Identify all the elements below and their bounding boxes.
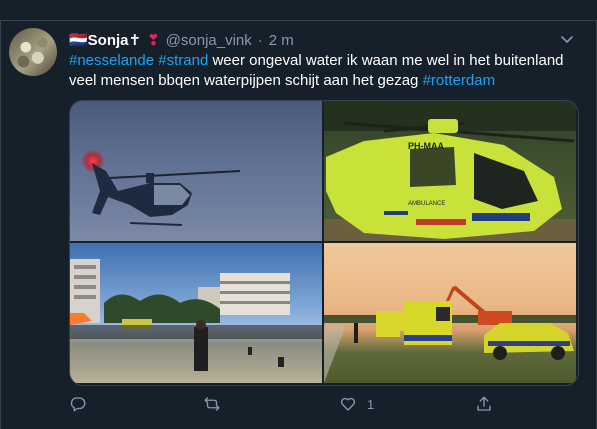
media-grid: PH-MAA AMBULANCE	[69, 100, 579, 386]
photo-beach-crowd[interactable]	[70, 243, 322, 383]
avatar[interactable]	[9, 28, 57, 76]
like-button[interactable]: 1	[339, 392, 374, 416]
heart-icon	[340, 397, 356, 411]
helicopter-dusk-image	[81, 149, 241, 226]
chevron-down-icon[interactable]	[559, 31, 575, 47]
retweet-button[interactable]	[203, 392, 221, 416]
share-icon	[477, 396, 491, 411]
photo-ambulance-helicopter[interactable]: PH-MAA AMBULANCE	[324, 101, 576, 241]
hashtag-link[interactable]: #strand	[158, 52, 208, 69]
tweet-text: #nesselande #strand weer ongeval water i…	[69, 51, 574, 91]
heart-emoji: ❣	[147, 32, 160, 49]
like-count: 1	[367, 396, 375, 412]
user-handle[interactable]: @sonja_vink	[166, 32, 252, 49]
photo-helicopter-dusk[interactable]	[70, 101, 322, 241]
hashtag-link[interactable]: #rotterdam	[423, 72, 496, 89]
hashtag-link[interactable]: #nesselande	[69, 52, 154, 69]
ambulance-label: AMBULANCE	[408, 201, 445, 207]
share-button[interactable]	[475, 392, 493, 416]
display-name[interactable]: 🇳🇱Sonja✝	[69, 31, 141, 49]
separator-dot: ·	[257, 31, 263, 49]
ambulances-sunset-image	[324, 285, 576, 383]
retweet-icon	[204, 397, 220, 411]
tweet-card[interactable]: 🇳🇱Sonja✝ ❣ @sonja_vink · 2 m #nesselande…	[0, 20, 597, 429]
reply-button[interactable]	[69, 392, 87, 416]
reply-icon	[70, 397, 86, 412]
window-top-bar	[0, 0, 597, 21]
beach-crowd-image	[70, 259, 322, 371]
tweet-header: 🇳🇱Sonja✝ ❣ @sonja_vink · 2 m	[69, 30, 294, 50]
ambulance-helicopter-image: PH-MAA AMBULANCE	[324, 101, 576, 241]
photo-ambulances-sunset[interactable]	[324, 243, 576, 383]
tweet-actions: 1	[69, 392, 509, 416]
timestamp[interactable]: 2 m	[269, 32, 294, 49]
helicopter-registration: PH-MAA	[408, 141, 444, 151]
